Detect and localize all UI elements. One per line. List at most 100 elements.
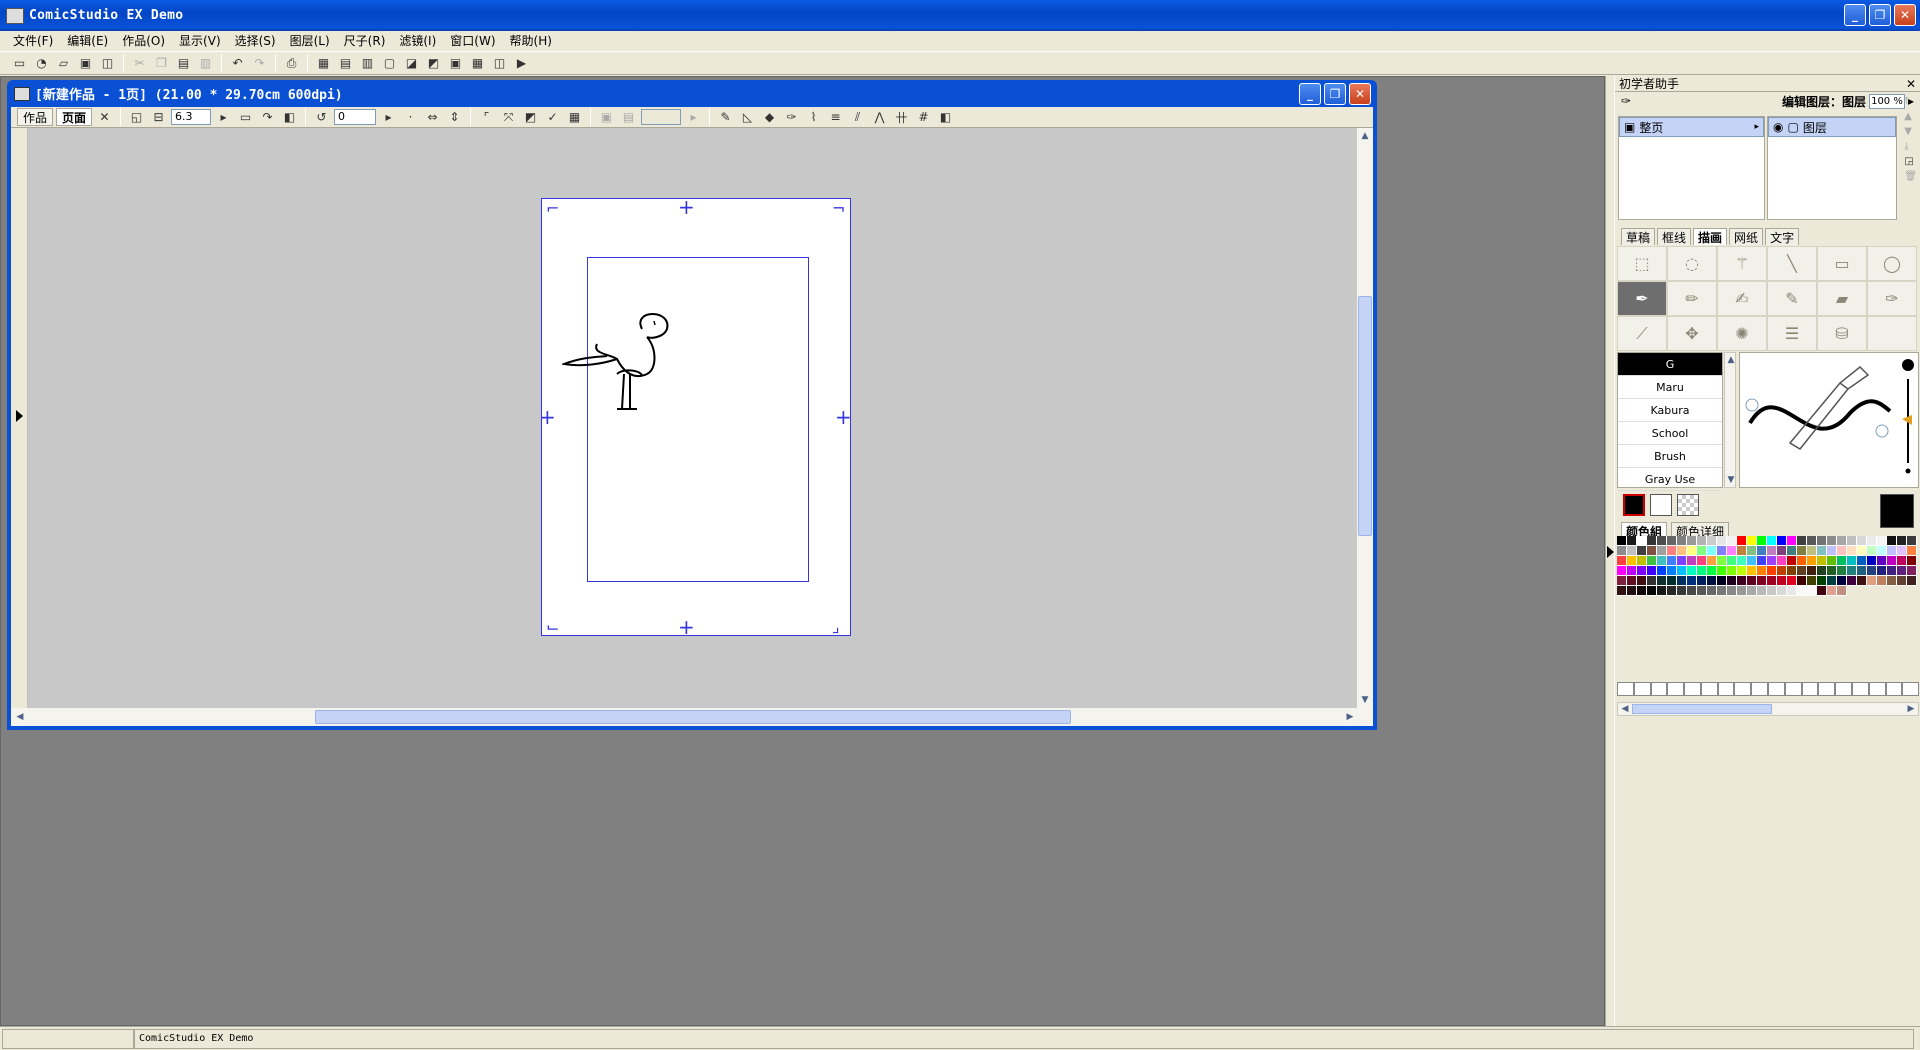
- palette-color-cell[interactable]: [1747, 586, 1757, 596]
- palette-color-cell[interactable]: [1687, 546, 1697, 556]
- palette-color-cell[interactable]: [1617, 586, 1627, 596]
- palette-color-cell[interactable]: [1757, 586, 1767, 596]
- grid-icon[interactable]: ▦: [565, 108, 584, 127]
- palette-color-cell[interactable]: [1617, 556, 1627, 566]
- palette-color-cell[interactable]: [1617, 566, 1627, 576]
- palette-color-cell[interactable]: [1757, 576, 1767, 586]
- save-icon[interactable]: ▣: [76, 54, 95, 73]
- vertical-scrollbar[interactable]: ▲ ▼: [1357, 128, 1373, 708]
- tab-drawing[interactable]: 描画: [1693, 228, 1728, 245]
- palette-color-cell[interactable]: [1777, 536, 1787, 546]
- palette-color-cell[interactable]: [1637, 536, 1647, 546]
- palette-color-cell[interactable]: [1867, 576, 1877, 586]
- print-icon[interactable]: ⎙: [282, 54, 301, 73]
- vertical-scroll-thumb[interactable]: [1358, 296, 1372, 536]
- airbrush-tool-icon[interactable]: ✎: [1767, 281, 1817, 316]
- palette-color-cell[interactable]: [1857, 536, 1867, 546]
- panel-zoom-field[interactable]: 100 %: [1868, 93, 1905, 109]
- palette-color-cell[interactable]: [1807, 586, 1817, 596]
- palette-color-cell[interactable]: [1687, 586, 1697, 596]
- ellipse-tool-icon[interactable]: ◯: [1867, 246, 1917, 281]
- palette-color-cell[interactable]: [1637, 546, 1647, 556]
- canvas-area[interactable]: + + + + ⌐ ¬ ⌙ ⌟: [28, 128, 1362, 708]
- page-fit-icon[interactable]: ▭: [236, 108, 255, 127]
- palette-color-cell[interactable]: [1877, 576, 1887, 586]
- palette-color-cell[interactable]: [1807, 576, 1817, 586]
- palette-color-cell[interactable]: [1697, 546, 1707, 556]
- redo-icon[interactable]: ↷: [250, 54, 269, 73]
- palette-color-cell[interactable]: [1807, 566, 1817, 576]
- delete-icon[interactable]: ▥: [196, 54, 215, 73]
- lasso-tool-icon[interactable]: ◌: [1667, 246, 1717, 281]
- menu-help[interactable]: 帮助(H): [503, 32, 559, 49]
- palette-color-cell[interactable]: [1727, 566, 1737, 576]
- palette-color-cell[interactable]: [1657, 576, 1667, 586]
- menu-filter[interactable]: 滤镜(I): [392, 32, 443, 49]
- palette-color-cell[interactable]: [1887, 556, 1897, 566]
- palette-color-cell[interactable]: [1747, 536, 1757, 546]
- page-list-item[interactable]: ▣ 整页 ▸: [1619, 117, 1764, 137]
- pen-item[interactable]: Gray Use: [1618, 468, 1722, 491]
- palette-color-cell[interactable]: [1667, 566, 1677, 576]
- palette-color-cell[interactable]: [1727, 536, 1737, 546]
- radial-line-tool-icon[interactable]: ✺: [1717, 316, 1767, 351]
- palette-color-cell[interactable]: [1647, 586, 1657, 596]
- palette-color-cell[interactable]: [1767, 536, 1777, 546]
- palette-color-cell[interactable]: [1667, 546, 1677, 556]
- palette-color-cell[interactable]: [1687, 566, 1697, 576]
- zoom-out-icon[interactable]: ⊟: [149, 108, 168, 127]
- menu-ruler[interactable]: 尺子(R): [337, 32, 393, 49]
- zoom-dropdown-icon[interactable]: ▸: [214, 108, 233, 127]
- palette-color-cell[interactable]: [1777, 586, 1787, 596]
- palette-color-cell[interactable]: [1867, 536, 1877, 546]
- palette-color-cell[interactable]: [1827, 576, 1837, 586]
- navigator-icon[interactable]: ▢: [380, 54, 399, 73]
- palette-color-cell[interactable]: [1717, 586, 1727, 596]
- palette-color-cell[interactable]: [1817, 576, 1827, 586]
- save-all-icon[interactable]: ◫: [98, 54, 117, 73]
- palette-color-cell[interactable]: [1707, 546, 1717, 556]
- palette-color-cell[interactable]: [1667, 576, 1677, 586]
- pen-item[interactable]: School: [1618, 422, 1722, 445]
- tab-draft[interactable]: 草稿: [1621, 228, 1656, 245]
- rotate-input[interactable]: 0: [334, 109, 377, 125]
- palette-color-cell[interactable]: [1897, 546, 1907, 556]
- palette-color-cell[interactable]: [1657, 586, 1667, 596]
- palette-color-cell[interactable]: [1817, 586, 1827, 596]
- tab-tone[interactable]: 网纸: [1729, 228, 1764, 245]
- palette-color-cell[interactable]: [1647, 566, 1657, 576]
- pencil-tool-icon[interactable]: ✏: [1667, 281, 1717, 316]
- scroll-up-icon[interactable]: ▲: [1724, 353, 1738, 367]
- palette-color-cell[interactable]: [1757, 556, 1767, 566]
- color-icon[interactable]: ▦: [468, 54, 487, 73]
- scroll-down-icon[interactable]: ▼: [1358, 693, 1372, 707]
- palette-color-cell[interactable]: [1857, 566, 1867, 576]
- palette-color-cell[interactable]: [1827, 536, 1837, 546]
- palette-color-cell[interactable]: [1657, 556, 1667, 566]
- palette-color-cell[interactable]: [1647, 546, 1657, 556]
- new-layer-icon[interactable]: ◲: [1904, 156, 1917, 167]
- close-tab-icon[interactable]: ✕: [95, 108, 114, 127]
- palette-color-cell[interactable]: [1827, 546, 1837, 556]
- palette-color-cell[interactable]: [1797, 546, 1807, 556]
- perspective-icon[interactable]: ⋀: [870, 108, 889, 127]
- palette-color-cell[interactable]: [1747, 556, 1757, 566]
- palette-color-cell[interactable]: [1837, 556, 1847, 566]
- palette-color-cell[interactable]: [1617, 536, 1627, 546]
- magic-wand-tool-icon[interactable]: ⚚: [1717, 246, 1767, 281]
- menu-edit[interactable]: 编辑(E): [60, 32, 115, 49]
- palette-color-cell[interactable]: [1787, 576, 1797, 586]
- horizontal-scrollbar[interactable]: ◀ ▶: [11, 708, 1373, 726]
- palette-color-cell[interactable]: [1647, 536, 1657, 546]
- palette-color-cell[interactable]: [1877, 556, 1887, 566]
- eyedropper-tool-icon[interactable]: ⟋: [1617, 316, 1667, 351]
- layer-value-input[interactable]: [641, 109, 682, 125]
- palette-color-cell[interactable]: [1697, 556, 1707, 566]
- move-tool-icon[interactable]: ✥: [1667, 316, 1717, 351]
- palette-color-cell[interactable]: [1907, 546, 1917, 556]
- palette-color-cell[interactable]: [1797, 556, 1807, 566]
- horizontal-scroll-thumb[interactable]: [315, 710, 1071, 724]
- palette-color-cell[interactable]: [1777, 546, 1787, 556]
- palette-color-cell[interactable]: [1807, 536, 1817, 546]
- parallel-line-tool-icon[interactable]: ☰: [1767, 316, 1817, 351]
